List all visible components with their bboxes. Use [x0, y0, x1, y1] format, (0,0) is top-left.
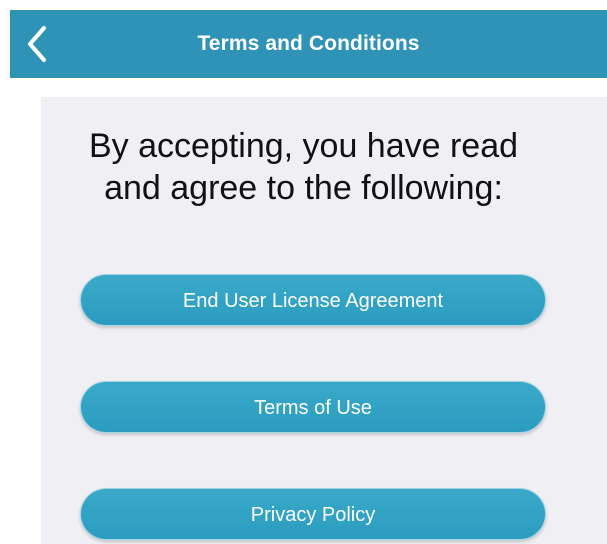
- page-title: Terms and Conditions: [197, 32, 420, 55]
- nav-bar: Terms and Conditions: [10, 10, 607, 78]
- acceptance-statement: By accepting, you have read and agree to…: [88, 127, 519, 207]
- eula-button[interactable]: End User License Agreement: [80, 274, 546, 326]
- terms-panel: By accepting, you have read and agree to…: [41, 97, 607, 544]
- terms-screen: Terms and Conditions By accepting, you h…: [0, 0, 607, 544]
- privacy-policy-button[interactable]: Privacy Policy: [80, 488, 546, 540]
- terms-of-use-button[interactable]: Terms of Use: [80, 381, 546, 433]
